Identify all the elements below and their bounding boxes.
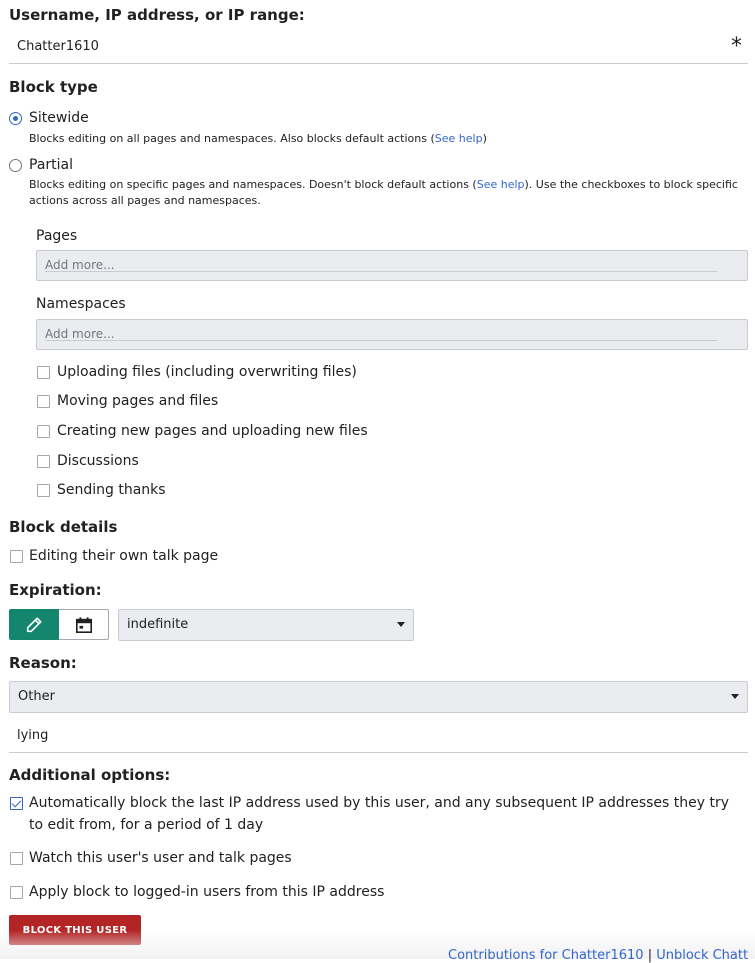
expiration-select[interactable]: indefinite bbox=[118, 609, 414, 641]
action-checkbox-discussions[interactable] bbox=[37, 455, 50, 468]
footer-separator: | bbox=[647, 948, 653, 963]
block-user-button[interactable]: BLOCK THIS USER bbox=[9, 915, 141, 945]
contributions-link[interactable]: Contributions for Chatter1610 bbox=[448, 948, 644, 963]
action-checkbox-create[interactable] bbox=[37, 425, 50, 438]
namespaces-label: Namespaces bbox=[36, 296, 126, 312]
partial-radio[interactable] bbox=[9, 159, 22, 172]
sitewide-radio[interactable] bbox=[9, 112, 22, 125]
autoblock-checkbox[interactable] bbox=[10, 797, 23, 810]
sitewide-help-text: Blocks editing on all pages and namespac… bbox=[29, 132, 435, 145]
unblock-link[interactable]: Unblock Chatt bbox=[656, 948, 748, 963]
hardblock-checkbox[interactable] bbox=[10, 886, 23, 899]
footer-links: Contributions for Chatter1610 | Unblock … bbox=[448, 948, 748, 963]
action-label-discussions[interactable]: Discussions bbox=[57, 450, 139, 472]
reason-other-input[interactable]: lying bbox=[9, 719, 748, 753]
own-talk-checkbox[interactable] bbox=[10, 550, 23, 563]
namespaces-input[interactable]: Add more... bbox=[36, 319, 748, 350]
expiration-heading: Expiration: bbox=[9, 581, 102, 599]
action-label-upload[interactable]: Uploading files (including overwriting f… bbox=[57, 361, 357, 383]
pages-label: Pages bbox=[36, 228, 78, 244]
namespaces-input-underline bbox=[45, 340, 717, 341]
namespaces-placeholder: Add more... bbox=[45, 327, 115, 341]
partial-help-text: Blocks editing on specific pages and nam… bbox=[29, 178, 477, 191]
expiration-pencil-button[interactable] bbox=[9, 609, 59, 640]
sitewide-help-suffix: ) bbox=[482, 132, 487, 145]
hardblock-label[interactable]: Apply block to logged-in users from this… bbox=[29, 881, 384, 903]
required-marker: * bbox=[731, 34, 742, 59]
expiration-value: indefinite bbox=[127, 617, 189, 632]
watch-checkbox[interactable] bbox=[10, 852, 23, 865]
block-type-heading: Block type bbox=[9, 78, 98, 96]
target-value: Chatter1610 bbox=[17, 39, 99, 54]
pages-input[interactable]: Add more... bbox=[36, 250, 748, 281]
sitewide-see-help-link[interactable]: See help bbox=[435, 132, 483, 145]
pages-placeholder: Add more... bbox=[45, 258, 115, 272]
partial-label[interactable]: Partial bbox=[29, 157, 73, 173]
sitewide-label[interactable]: Sitewide bbox=[29, 110, 89, 126]
reason-select-value: Other bbox=[18, 689, 55, 704]
chevron-down-icon bbox=[731, 694, 739, 699]
pages-input-underline bbox=[45, 271, 717, 272]
target-input[interactable]: Chatter1610 * bbox=[9, 30, 748, 64]
pencil-icon bbox=[26, 616, 42, 632]
partial-see-help-link[interactable]: See help bbox=[477, 178, 525, 191]
sitewide-help: Blocks editing on all pages and namespac… bbox=[29, 131, 744, 147]
action-label-thanks[interactable]: Sending thanks bbox=[57, 479, 166, 501]
additional-options-heading: Additional options: bbox=[9, 766, 171, 784]
partial-help: Blocks editing on specific pages and nam… bbox=[29, 177, 744, 209]
autoblock-label[interactable]: Automatically block the last IP address … bbox=[29, 792, 744, 836]
own-talk-label[interactable]: Editing their own talk page bbox=[29, 545, 218, 567]
block-details-heading: Block details bbox=[9, 518, 118, 536]
action-checkbox-thanks[interactable] bbox=[37, 484, 50, 497]
expiration-calendar-button[interactable] bbox=[59, 609, 109, 640]
action-checkbox-move[interactable] bbox=[37, 395, 50, 408]
reason-heading: Reason: bbox=[9, 654, 77, 672]
calendar-icon bbox=[75, 616, 92, 633]
reason-select[interactable]: Other bbox=[9, 681, 748, 713]
action-label-create[interactable]: Creating new pages and uploading new fil… bbox=[57, 420, 368, 442]
watch-label[interactable]: Watch this user's user and talk pages bbox=[29, 847, 292, 869]
action-label-move[interactable]: Moving pages and files bbox=[57, 390, 218, 412]
action-checkbox-upload[interactable] bbox=[37, 366, 50, 379]
chevron-down-icon bbox=[397, 622, 405, 627]
expiration-mode-toggle bbox=[9, 609, 109, 640]
target-label: Username, IP address, or IP range: bbox=[9, 6, 305, 24]
reason-other-value: lying bbox=[17, 728, 49, 743]
